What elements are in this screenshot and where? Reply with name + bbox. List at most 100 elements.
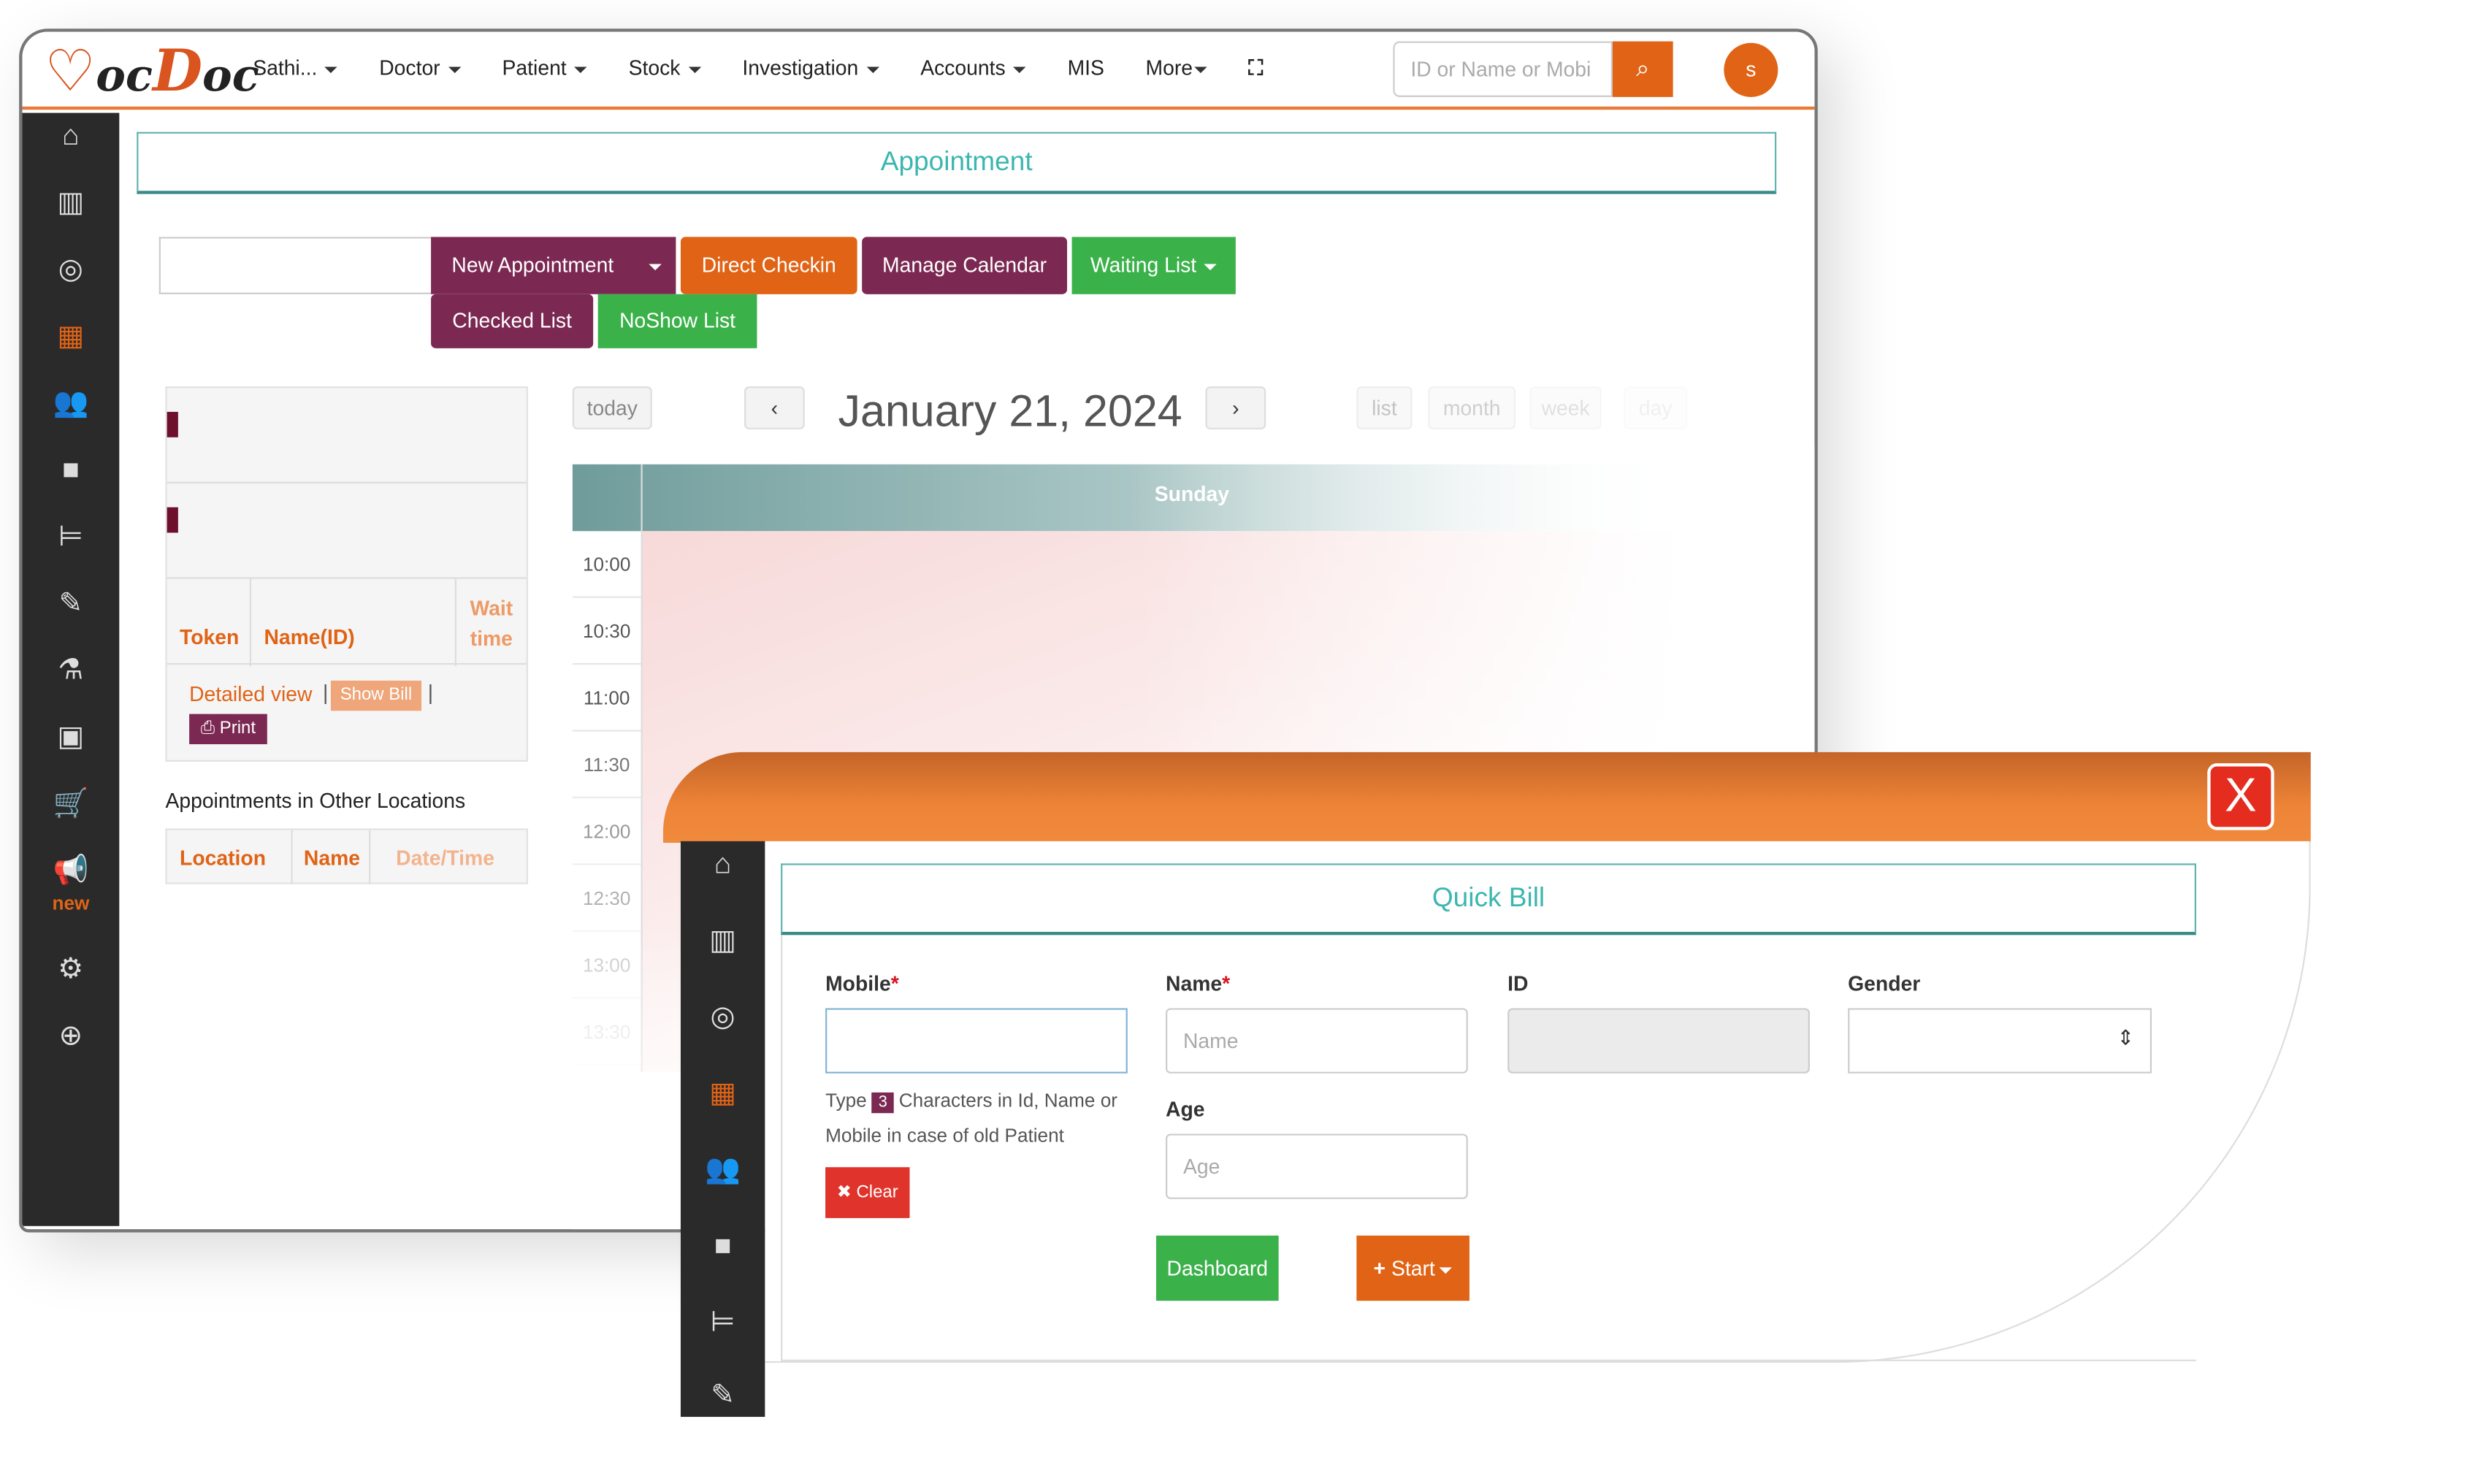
edit-icon[interactable]: ✎ bbox=[22, 586, 119, 620]
video-icon[interactable]: ■ bbox=[681, 1229, 765, 1263]
noshow-list-button[interactable]: NoShow List bbox=[597, 294, 757, 348]
view-day[interactable]: day bbox=[1624, 386, 1688, 429]
checked-list-button[interactable]: Checked List bbox=[431, 294, 594, 348]
docdoc-logo: ♡ocDoc bbox=[44, 38, 259, 105]
time-slot: 11:30 bbox=[572, 732, 641, 799]
new-badge: new bbox=[52, 892, 90, 915]
dashboard-button[interactable]: Dashboard bbox=[1155, 1235, 1279, 1301]
bed-icon[interactable]: ⊨ bbox=[681, 1306, 765, 1339]
menu-accounts[interactable]: Accounts bbox=[920, 56, 1026, 81]
header-token: Token bbox=[180, 624, 240, 649]
menu-sathi[interactable]: Sathi... bbox=[253, 56, 338, 81]
menu-more[interactable]: More bbox=[1146, 56, 1207, 81]
main-menu: Sathi... Doctor Patient Stock Investigat… bbox=[253, 56, 1304, 81]
menu-mis[interactable]: MIS bbox=[1068, 56, 1104, 81]
home-icon[interactable]: ⌂ bbox=[681, 848, 765, 881]
time-slot: 10:00 bbox=[572, 531, 641, 598]
edit-icon[interactable]: ✎ bbox=[681, 1379, 765, 1412]
prev-button[interactable]: ‹ bbox=[744, 386, 805, 429]
header-date-time: Date/Time bbox=[396, 846, 494, 871]
view-list[interactable]: list bbox=[1356, 386, 1413, 429]
other-locations-table: Location Name Date/Time bbox=[165, 828, 528, 884]
sidebar: ⌂ ▥ ◎ ▦ 👥 ■ ⊨ ✎ ⚗ ▣ 🛒 📢 new ⚙ ⊕ bbox=[22, 112, 120, 1226]
menu-stock[interactable]: Stock bbox=[629, 56, 701, 81]
menu-investigation[interactable]: Investigation bbox=[742, 56, 879, 81]
calendar-icon[interactable]: ▦ bbox=[22, 320, 119, 353]
header-wait-time: Wait time bbox=[470, 596, 513, 651]
waiting-list-button[interactable]: Waiting List bbox=[1071, 237, 1236, 294]
bar-chart-icon[interactable]: ▥ bbox=[681, 924, 765, 957]
user-avatar[interactable]: s bbox=[1724, 42, 1778, 97]
status-marker bbox=[167, 411, 178, 437]
cart-icon[interactable]: 🛒 bbox=[22, 787, 119, 821]
target-icon[interactable]: ◎ bbox=[22, 253, 119, 286]
bed-icon[interactable]: ⊨ bbox=[22, 520, 119, 554]
status-marker bbox=[167, 507, 178, 533]
detailed-view-link[interactable]: Detailed view bbox=[189, 682, 312, 706]
mobile-input[interactable] bbox=[825, 1008, 1128, 1074]
header-name: Name bbox=[303, 846, 361, 871]
users-icon[interactable]: 👥 bbox=[681, 1153, 765, 1187]
menu-patient[interactable]: Patient bbox=[502, 56, 588, 81]
age-label: Age bbox=[1166, 1097, 1205, 1122]
name-label: Name* bbox=[1166, 971, 1231, 996]
today-button[interactable]: today bbox=[572, 386, 652, 429]
appointment-search-input[interactable] bbox=[158, 237, 433, 294]
show-bill-button[interactable]: Show Bill bbox=[330, 680, 422, 711]
bar-chart-icon[interactable]: ▥ bbox=[22, 186, 119, 220]
search-icon: ⌕ bbox=[1636, 56, 1650, 83]
printer-icon: ⎙ bbox=[200, 719, 215, 738]
quick-bill-header: X bbox=[662, 751, 2311, 844]
gender-select[interactable]: ⇕ bbox=[1848, 1008, 2152, 1074]
select-arrows-icon: ⇕ bbox=[2117, 1025, 2135, 1050]
patient-search-input[interactable]: ID or Name or Mobi bbox=[1393, 41, 1613, 97]
view-month[interactable]: month bbox=[1428, 386, 1516, 429]
new-appointment-button[interactable]: New Appointment bbox=[431, 237, 676, 294]
queue-table: Token Name(ID) Wait time Detailed view |… bbox=[165, 386, 528, 762]
gear-icon[interactable]: ⚙ bbox=[22, 952, 119, 986]
megaphone-icon[interactable]: 📢 bbox=[22, 854, 119, 887]
queue-table-header: Token Name(ID) Wait time bbox=[167, 577, 527, 667]
x-icon: ✖ bbox=[836, 1182, 852, 1203]
id-input bbox=[1507, 1008, 1810, 1074]
next-button[interactable]: › bbox=[1205, 386, 1266, 429]
image-icon[interactable]: ▣ bbox=[22, 720, 119, 754]
age-input[interactable]: Age bbox=[1166, 1133, 1468, 1199]
page-title: Appointment bbox=[137, 131, 1777, 194]
plus-icon: + bbox=[1373, 1256, 1386, 1280]
home-icon[interactable]: ⌂ bbox=[22, 119, 119, 153]
quick-bill-title: Quick Bill bbox=[781, 863, 2196, 936]
quick-bill-sidebar: ⌂ ▥ ◎ ▦ 👥 ■ ⊨ ✎ bbox=[680, 841, 765, 1418]
users-icon[interactable]: 👥 bbox=[22, 386, 119, 420]
view-week[interactable]: week bbox=[1529, 386, 1602, 429]
fullscreen-icon[interactable]: ⛶ bbox=[1248, 56, 1263, 81]
top-navbar: ♡ocDoc Sathi... Doctor Patient Stock Inv… bbox=[22, 31, 1815, 110]
header-location: Location bbox=[180, 846, 267, 871]
time-slot: 10:30 bbox=[572, 598, 641, 665]
calendar-icon[interactable]: ▦ bbox=[681, 1076, 765, 1110]
time-slot: 12:00 bbox=[572, 798, 641, 865]
menu-doctor[interactable]: Doctor bbox=[379, 56, 461, 81]
search-button[interactable]: ⌕ bbox=[1612, 41, 1673, 97]
clear-button[interactable]: ✖ Clear bbox=[825, 1167, 910, 1218]
day-header: Sunday bbox=[1154, 481, 1230, 506]
gender-label: Gender bbox=[1848, 971, 1921, 996]
flask-icon[interactable]: ⚗ bbox=[22, 654, 119, 687]
start-button[interactable]: + Start bbox=[1356, 1235, 1470, 1301]
close-button[interactable]: X bbox=[2207, 763, 2274, 830]
manage-calendar-button[interactable]: Manage Calendar bbox=[862, 237, 1068, 294]
mobile-label: Mobile* bbox=[825, 971, 899, 996]
time-slot: 12:30 bbox=[572, 865, 641, 932]
id-label: ID bbox=[1507, 971, 1529, 996]
other-locations-title: Appointments in Other Locations bbox=[165, 788, 466, 813]
video-icon[interactable]: ■ bbox=[22, 454, 119, 487]
direct-checkin-button[interactable]: Direct Checkin bbox=[680, 237, 857, 294]
calendar-header: Sunday bbox=[572, 464, 1686, 532]
lifebuoy-icon[interactable]: ⊕ bbox=[22, 1020, 119, 1053]
search-hint: Type 3 Characters in Id, Name or Mobile … bbox=[825, 1089, 1117, 1147]
calendar-date-title: January 21, 2024 bbox=[838, 386, 1182, 436]
name-input[interactable]: Name bbox=[1166, 1008, 1468, 1074]
time-slot: 11:00 bbox=[572, 665, 641, 732]
target-icon[interactable]: ◎ bbox=[681, 1001, 765, 1034]
print-button[interactable]: ⎙ Print bbox=[189, 714, 267, 745]
